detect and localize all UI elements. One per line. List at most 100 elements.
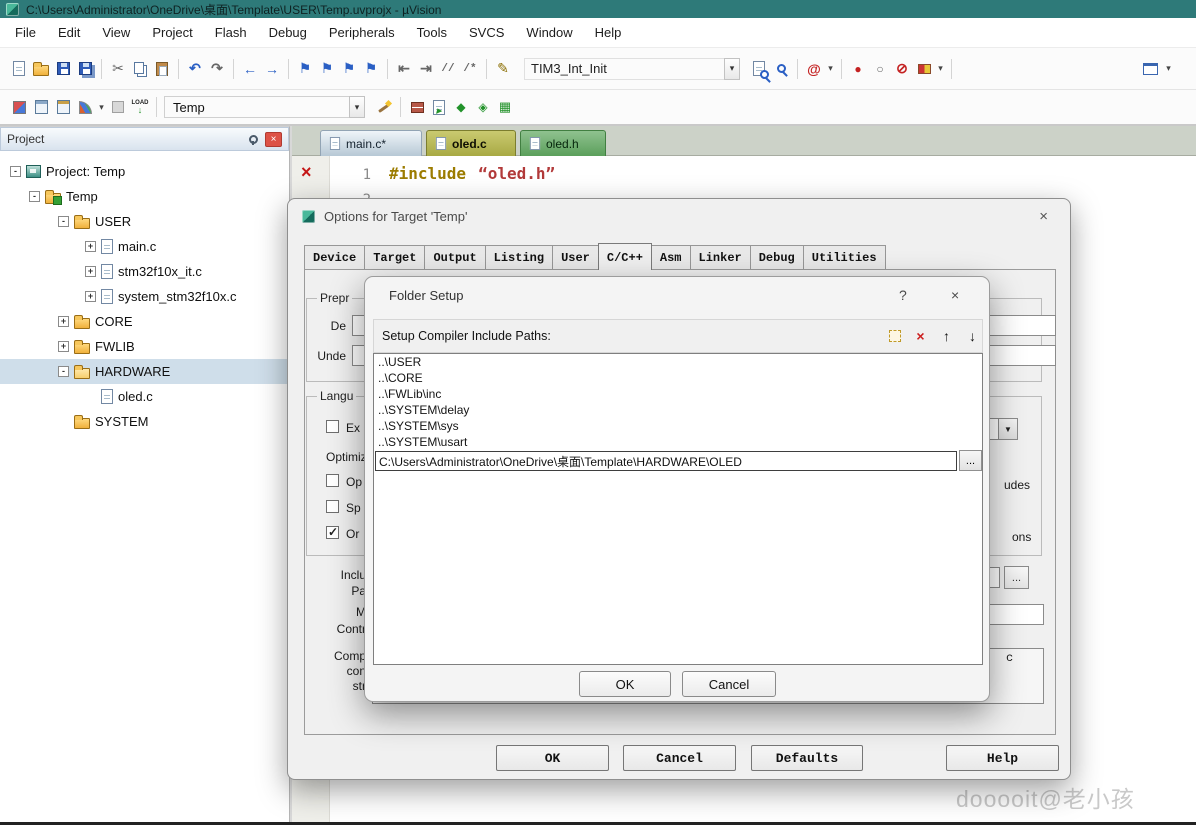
menu-item-project[interactable]: Project [141,18,203,48]
tree-item-user[interactable]: - USER [0,209,289,234]
tab-main-c[interactable]: main.c* [320,130,422,156]
tree-item-oled-c[interactable]: oled.c [0,384,289,409]
indent-button[interactable]: ⇥ [415,58,437,80]
folder-cancel-button[interactable]: Cancel [682,671,776,697]
manage-components-button[interactable]: ◈ [472,96,494,118]
window-layout-button[interactable] [1139,58,1161,80]
options-defaults-button[interactable]: Defaults [751,745,863,771]
tree-item-system-stm32f10x-c[interactable]: + system_stm32f10x.c [0,284,289,309]
menu-item-view[interactable]: View [91,18,141,48]
function-combo-arrow[interactable]: ▾ [724,58,740,80]
execute-only-checkbox[interactable] [326,420,339,433]
expand-toggle[interactable]: + [85,291,96,302]
tree-item-system[interactable]: SYSTEM [0,409,289,434]
options-tab-c-cpp[interactable]: C/C++ [598,243,652,270]
move-down-button[interactable]: ↓ [961,324,984,348]
rebuild-button[interactable] [52,96,74,118]
expand-toggle[interactable]: + [85,266,96,277]
menu-item-debug[interactable]: Debug [258,18,318,48]
menu-item-help[interactable]: Help [584,18,633,48]
tree-item-main-c[interactable]: + main.c [0,234,289,259]
options-help-button[interactable]: Help [946,745,1059,771]
breakpoint-dropdown[interactable]: ▾ [935,58,946,80]
path-browse-button[interactable]: ... [959,450,982,471]
build-button[interactable] [30,96,52,118]
navigate-forward-button[interactable]: → [261,58,283,80]
bookmark-clear-all-button[interactable]: ⚑ [360,58,382,80]
path-list-item[interactable]: ..\SYSTEM\usart [374,434,982,450]
stop-build-button[interactable] [107,96,129,118]
batch-build-dropdown[interactable]: ▾ [96,96,107,118]
one-elf-checkbox[interactable] [326,526,339,539]
copy-button[interactable] [129,58,151,80]
manage-project-items-button[interactable] [406,96,428,118]
options-cancel-button[interactable]: Cancel [623,745,736,771]
bookmark-toggle-button[interactable]: ⚑ [294,58,316,80]
new-file-button[interactable] [8,58,30,80]
folder-ok-button[interactable]: OK [579,671,671,697]
translate-button[interactable] [8,96,30,118]
run-time-environment-button[interactable]: ◆ [450,96,472,118]
tree-item-stm32f10x-it-c[interactable]: + stm32f10x_it.c [0,259,289,284]
options-tab-target[interactable]: Target [364,245,425,269]
tree-item-project-temp[interactable]: - Project: Temp [0,159,289,184]
save-button[interactable] [52,58,74,80]
target-combo-arrow[interactable]: ▾ [349,96,365,118]
open-file-button[interactable] [30,58,52,80]
options-tab-asm[interactable]: Asm [651,245,691,269]
expand-toggle[interactable]: - [58,366,69,377]
function-name-combo[interactable]: TIM3_Int_Init [524,58,724,80]
optimize-time-checkbox[interactable] [326,474,339,487]
path-list-item[interactable]: ..\FWLib\inc [374,386,982,402]
tab-oled-c[interactable]: oled.c [426,130,516,156]
navigate-back-button[interactable]: ← [239,58,261,80]
save-all-button[interactable] [74,58,96,80]
path-list-item[interactable]: ..\SYSTEM\sys [374,418,982,434]
menu-item-svcs[interactable]: SVCS [458,18,515,48]
menu-item-window[interactable]: Window [515,18,583,48]
path-list-item[interactable]: ..\CORE [374,370,982,386]
insert-path-button[interactable] [883,324,906,348]
options-tab-listing[interactable]: Listing [485,245,553,269]
split-ldm-checkbox[interactable] [326,500,339,513]
options-tab-utilities[interactable]: Utilities [803,245,886,269]
file-extensions-button[interactable] [428,96,450,118]
folder-help-button[interactable]: ? [893,287,913,303]
paste-button[interactable] [151,58,173,80]
options-tab-linker[interactable]: Linker [690,245,751,269]
expand-toggle[interactable]: - [10,166,21,177]
bookmark-next-button[interactable]: ⚑ [338,58,360,80]
options-for-target-button[interactable] [373,96,395,118]
menu-item-edit[interactable]: Edit [47,18,91,48]
breakpoint-enable-button[interactable]: ○ [869,58,891,80]
pin-icon[interactable] [248,134,259,145]
uncomment-selection-button[interactable]: /* [459,58,481,80]
unindent-button[interactable]: ⇤ [393,58,415,80]
batch-build-button[interactable] [74,96,96,118]
options-tab-debug[interactable]: Debug [750,245,804,269]
options-tab-device[interactable]: Device [304,245,365,269]
menu-item-flash[interactable]: Flash [204,18,258,48]
options-tab-user[interactable]: User [552,245,599,269]
redo-button[interactable]: ↷ [206,58,228,80]
target-select-combo[interactable]: Temp [164,96,349,118]
expand-toggle[interactable]: - [29,191,40,202]
options-ok-button[interactable]: OK [496,745,609,771]
expand-toggle[interactable]: + [85,241,96,252]
include-paths-browse-button[interactable]: ... [1004,566,1029,589]
tree-item-fwlib[interactable]: + FWLIB [0,334,289,359]
window-layout-dropdown[interactable]: ▾ [1163,58,1174,80]
options-tab-output[interactable]: Output [424,245,485,269]
configure-bookmarks-icon[interactable]: ✎ [492,58,514,80]
breakpoint-disable-all-button[interactable] [913,58,935,80]
expand-toggle[interactable]: + [58,341,69,352]
path-list-item[interactable]: ..\SYSTEM\delay [374,402,982,418]
path-list-item[interactable]: ..\USER [374,354,982,370]
options-close-button[interactable]: × [1031,206,1056,227]
bookmark-prev-button[interactable]: ⚑ [316,58,338,80]
tree-item-temp[interactable]: - Temp [0,184,289,209]
menu-item-file[interactable]: File [4,18,47,48]
undo-button[interactable]: ↶ [184,58,206,80]
breakpoint-insert-button[interactable]: ● [847,58,869,80]
menu-item-tools[interactable]: Tools [406,18,458,48]
